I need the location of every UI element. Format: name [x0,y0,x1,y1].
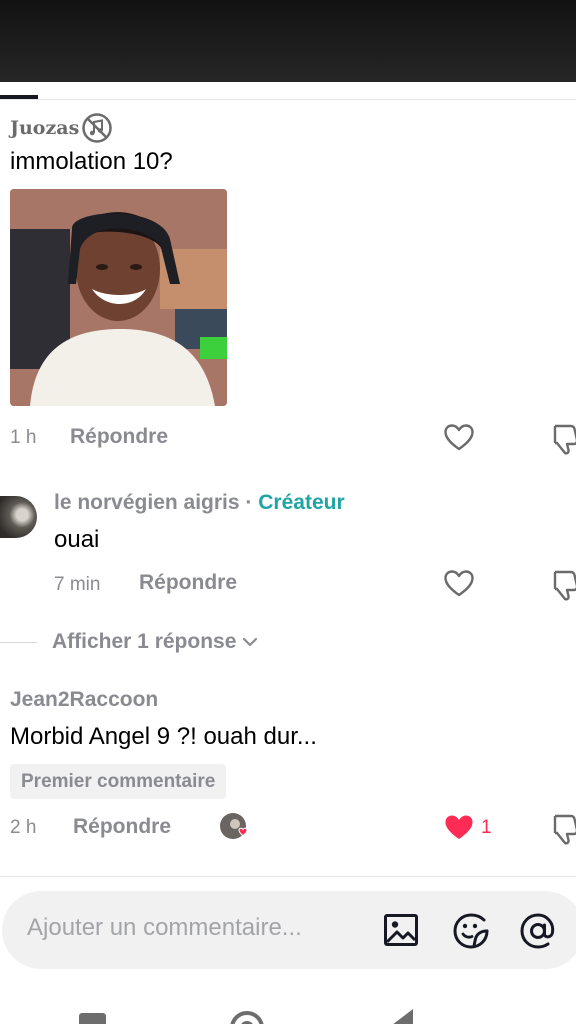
comment-3-text: Morbid Angel 9 ?! ouah dur... [10,723,317,750]
thread-line [0,642,37,643]
comment-3-reply-button[interactable]: Répondre [73,815,171,839]
first-comment-badge: Premier commentaire [10,764,227,799]
chevron-down-icon [243,637,258,647]
comment-1-text: immolation 10? [10,148,173,175]
thumbs-down-icon[interactable] [549,568,576,602]
comment-2-time: 7 min [54,574,101,595]
comment-1-username-text: Juozas [10,117,80,139]
comment-3-username[interactable]: Jean2Raccoon [10,688,158,712]
comment-1-image[interactable] [10,189,227,406]
heart-outline-icon[interactable] [443,568,475,600]
at-mention-icon[interactable] [518,911,558,951]
comment-2-header: le norvégien aigris · Créateur [54,491,345,515]
comment-2-text: ouai [54,526,100,553]
no-music-icon [82,113,113,143]
creator-badge: Créateur [258,491,345,514]
comment-input-placeholder[interactable]: Ajouter un commentaire... [27,914,302,942]
thumbs-down-icon[interactable] [549,812,576,846]
comment-3-time: 2 h [10,817,37,838]
heart-filled-icon[interactable] [443,812,475,844]
video-preview-strip[interactable] [0,0,576,82]
image-icon[interactable] [383,912,419,948]
comment-3-like-count: 1 [481,817,492,838]
creator-liked-avatar [220,813,248,839]
comment-2-reply-button[interactable]: Répondre [139,571,237,595]
input-divider [0,876,576,877]
recents-icon [79,1013,106,1024]
comment-1-reply-button[interactable]: Répondre [70,425,168,449]
comment-1-username[interactable]: Juozas [10,112,113,144]
separator-dot: · [245,491,253,514]
comment-2-username[interactable]: le norvégien aigris [54,491,240,514]
comment-1-time: 1 h [10,427,37,448]
back-icon [393,1009,413,1024]
avatar[interactable] [0,496,37,538]
system-navigation-bar [79,1009,413,1024]
view-replies-button[interactable]: Afficher 1 réponse [52,630,258,654]
heart-outline-icon[interactable] [443,422,475,454]
header-divider [0,99,576,100]
emoji-sticker-icon[interactable] [451,911,491,949]
thumbs-down-icon[interactable] [549,422,576,456]
view-replies-label: Afficher 1 réponse [52,630,237,653]
